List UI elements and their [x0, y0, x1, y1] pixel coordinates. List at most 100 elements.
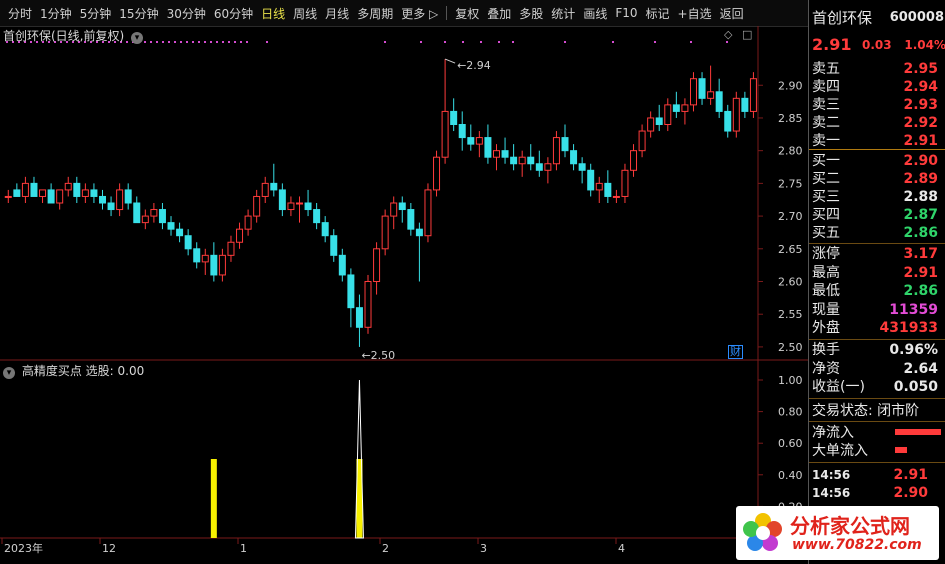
toolbar-separator: [446, 6, 448, 20]
toolbar-item-15[interactable]: 画线: [583, 5, 607, 22]
quote-stat-value: 3.17: [903, 246, 938, 262]
buy-order-value: 2.89: [903, 171, 938, 187]
signal-dot: [198, 41, 200, 43]
site-watermark: 分析家公式网 www.70822.com: [736, 506, 939, 560]
candle-body: [304, 202, 312, 211]
candle-body: [270, 182, 278, 191]
tick-row: 14:56 2.90: [812, 484, 942, 502]
finance-stat-value: 0.050: [893, 379, 938, 395]
toolbar-item-4[interactable]: 30分钟: [167, 5, 206, 22]
signal-dot: [162, 41, 164, 43]
buy-order-value: 2.90: [903, 153, 938, 169]
signal-dot: [384, 41, 386, 43]
chevron-down-icon[interactable]: ▾: [3, 367, 15, 379]
quote-stat-label: 现量: [812, 301, 840, 318]
candle-body: [218, 254, 226, 276]
candle-body: [475, 137, 483, 145]
toolbar-item-8[interactable]: 月线: [325, 5, 349, 22]
toolbar-item-6[interactable]: 日线: [261, 5, 285, 22]
candle-body: [90, 189, 98, 197]
candle-body: [201, 254, 209, 263]
toolbar-item-0[interactable]: 分时: [8, 5, 32, 22]
signal-dot: [156, 41, 158, 43]
signal-dot: [222, 41, 224, 43]
toolbar-item-10[interactable]: 更多 ▷: [401, 5, 438, 22]
watermark-name: 分析家公式网: [790, 514, 910, 538]
candle-body: [390, 202, 398, 217]
candle-body: [56, 189, 64, 204]
candle-body: [689, 78, 697, 106]
finance-badge[interactable]: 财: [728, 345, 743, 359]
signal-dot: [180, 41, 182, 43]
finance-stat-value: 2.64: [903, 360, 938, 377]
sell-order-label: 卖一: [812, 133, 840, 149]
signal-dot: [216, 41, 218, 43]
finance-stat-label: 换手: [812, 342, 840, 358]
candle-body: [321, 222, 329, 237]
candle-body: [398, 202, 406, 211]
signal-dot: [612, 41, 614, 43]
candle-body: [338, 254, 346, 276]
flower-logo-icon: [743, 513, 782, 551]
buy-order-value: 2.87: [903, 207, 938, 223]
toolbar-item-2[interactable]: 5分钟: [80, 5, 112, 22]
toolbar-item-1[interactable]: 1分钟: [40, 5, 72, 22]
tick-row: 14:56 2.91: [812, 466, 942, 484]
stock-name: 首创环保: [812, 9, 873, 27]
buy-order-row: 买四 2.87: [812, 206, 942, 224]
buy-order-value: 2.86: [903, 225, 938, 241]
indicator-title: ▾ 高精度买点 选股: 0.00: [3, 362, 144, 379]
buy-order-label: 买一: [812, 153, 840, 169]
quote-panel: 首创环保 600008 2.91 0.03 1.04% 卖五 2.95 卖四 2.94…: [808, 0, 945, 564]
candle-body: [492, 150, 500, 158]
toolbar-item-19[interactable]: 返回: [720, 5, 744, 22]
candle-body: [261, 182, 269, 197]
candle-body: [107, 202, 115, 211]
toolbar-item-11[interactable]: 复权: [455, 5, 479, 22]
candle-body: [124, 189, 132, 204]
toolbar-item-12[interactable]: 叠加: [487, 5, 511, 22]
sell-order-value: 2.91: [903, 133, 938, 149]
toolbar-item-5[interactable]: 60分钟: [214, 5, 253, 22]
sell-order-value: 2.92: [903, 115, 938, 131]
sell-order-row: 卖三 2.93: [812, 96, 942, 114]
toolbar-item-13[interactable]: 多股: [519, 5, 543, 22]
toolbar-item-9[interactable]: 多周期: [357, 5, 393, 22]
sell-order-row: 卖一 2.91: [812, 132, 942, 150]
candle-body: [638, 130, 646, 152]
y-tick-label: 2.75: [778, 177, 803, 190]
toolbar-item-14[interactable]: 统计: [551, 5, 575, 22]
indicator-y-tick-label: 0.80: [778, 406, 803, 419]
sell-order-value: 2.93: [903, 97, 938, 113]
toolbar-item-7[interactable]: 周线: [293, 5, 317, 22]
candle-body: [749, 78, 757, 112]
signal-dot: [240, 41, 242, 43]
candle-body: [415, 228, 423, 237]
sell-order-label: 卖三: [812, 97, 840, 113]
signal-bar: [210, 459, 217, 538]
buy-order-label: 买四: [812, 207, 840, 223]
finance-stat-row: 收益(一) 0.050: [812, 378, 942, 396]
toolbar-item-16[interactable]: F10: [615, 6, 637, 20]
quote-stat-row: 最低 2.86: [812, 282, 942, 300]
toolbar-item-18[interactable]: +自选: [678, 5, 712, 22]
candle-body: [98, 195, 106, 204]
toolbar-item-17[interactable]: 标记: [646, 5, 670, 22]
buy-order-label: 买三: [812, 189, 840, 205]
chevron-down-icon[interactable]: ▾: [131, 32, 144, 44]
stock-chart[interactable]: 2.502.552.602.652.702.752.802.852.900.20…: [0, 26, 808, 564]
stock-code: 600008: [889, 10, 944, 25]
quote-stat-value: 2.86: [903, 283, 938, 299]
candle-body: [253, 195, 261, 217]
candle-body: [467, 137, 475, 145]
quote-stat-label: 最低: [812, 283, 840, 299]
candle-body: [287, 202, 295, 211]
candle-body: [724, 110, 732, 132]
diamond-icon: ◇: [724, 28, 733, 41]
tick-label: 14:56: [812, 468, 851, 482]
buy-order-row: 买三 2.88: [812, 188, 942, 206]
y-tick-label: 2.50: [778, 341, 803, 354]
candle-body: [561, 137, 569, 152]
toolbar-item-3[interactable]: 15分钟: [119, 5, 158, 22]
candle-body: [510, 156, 518, 165]
